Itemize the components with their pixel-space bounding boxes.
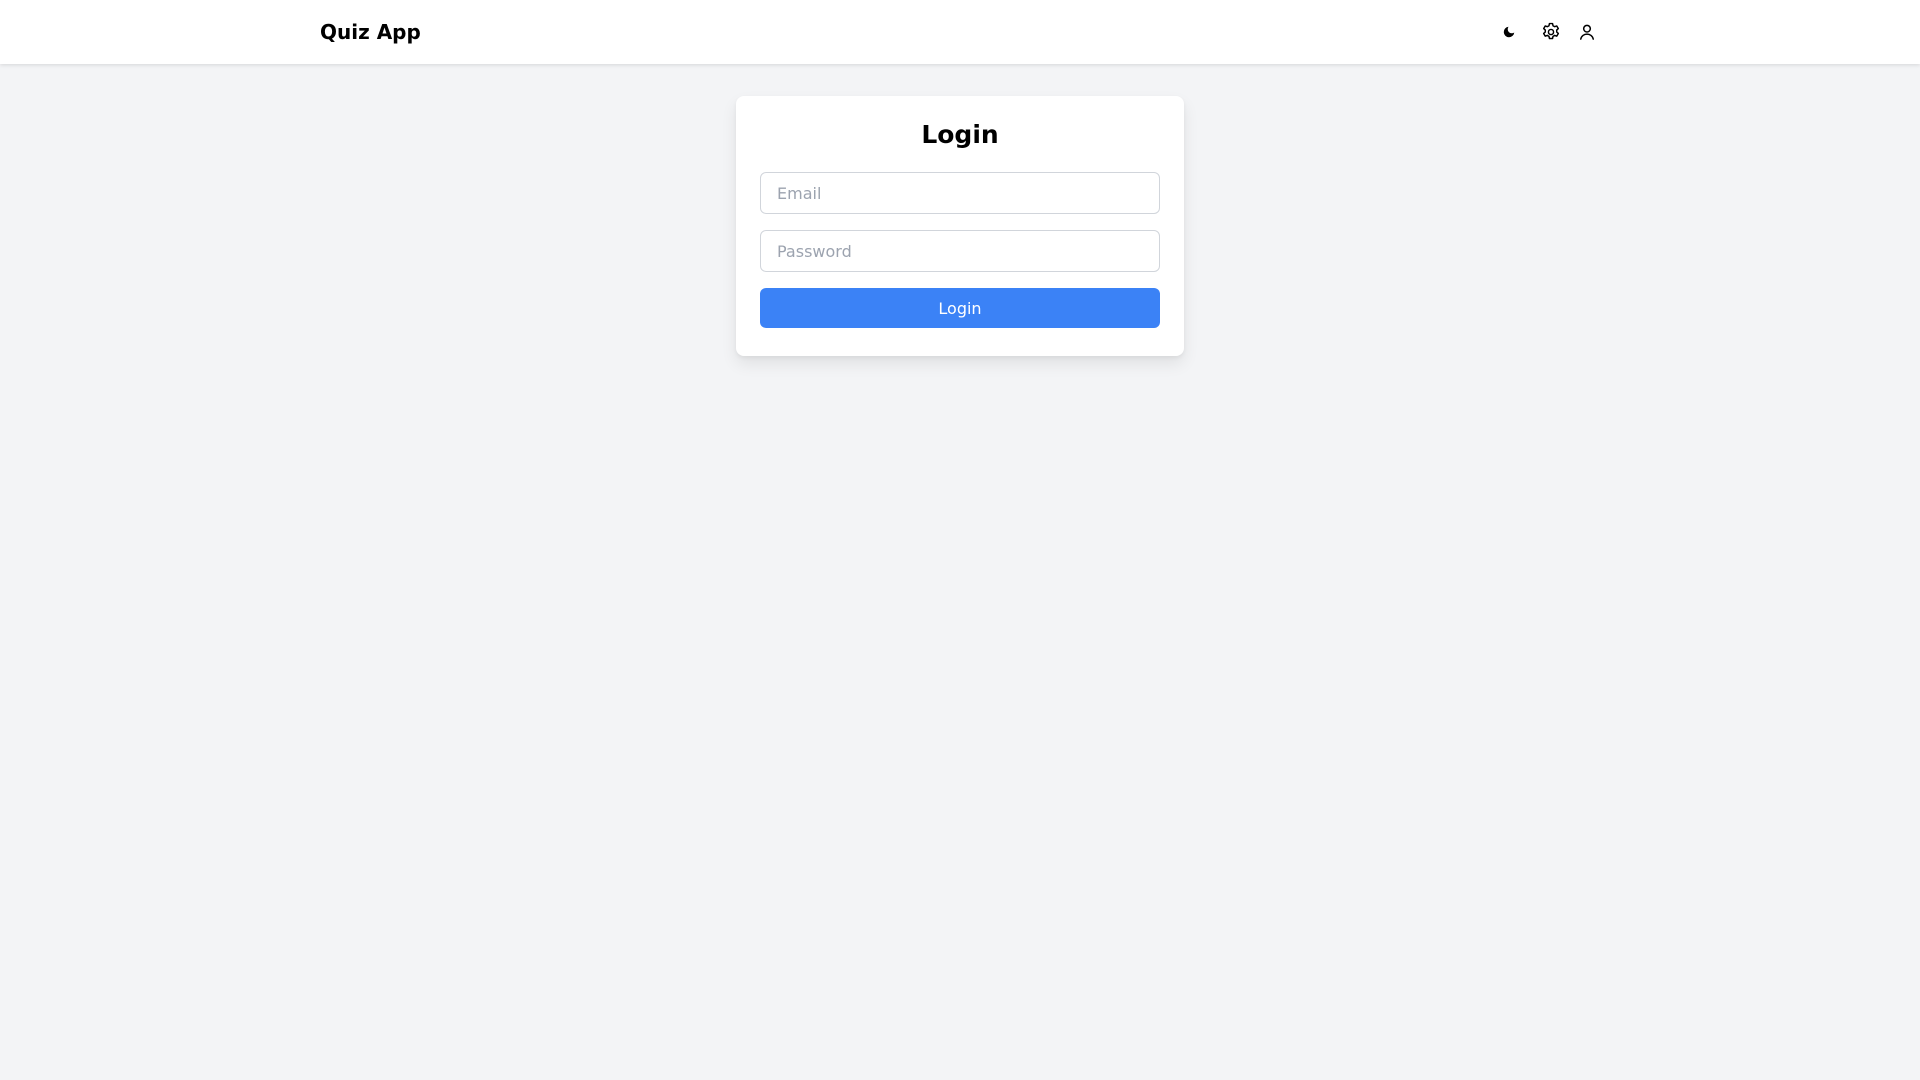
top-navbar: Quiz App	[0, 0, 1920, 64]
navbar-inner: Quiz App	[320, 0, 1600, 64]
login-button[interactable]: Login	[760, 288, 1160, 328]
gear-icon[interactable]	[1538, 19, 1564, 45]
user-icon[interactable]	[1574, 19, 1600, 45]
moon-icon[interactable]	[1496, 19, 1522, 45]
password-field[interactable]	[760, 230, 1160, 272]
login-title: Login	[921, 120, 999, 149]
navbar-actions	[1496, 19, 1600, 45]
email-field[interactable]	[760, 172, 1160, 214]
login-card: Login Login	[736, 96, 1184, 356]
app-brand[interactable]: Quiz App	[320, 20, 421, 44]
